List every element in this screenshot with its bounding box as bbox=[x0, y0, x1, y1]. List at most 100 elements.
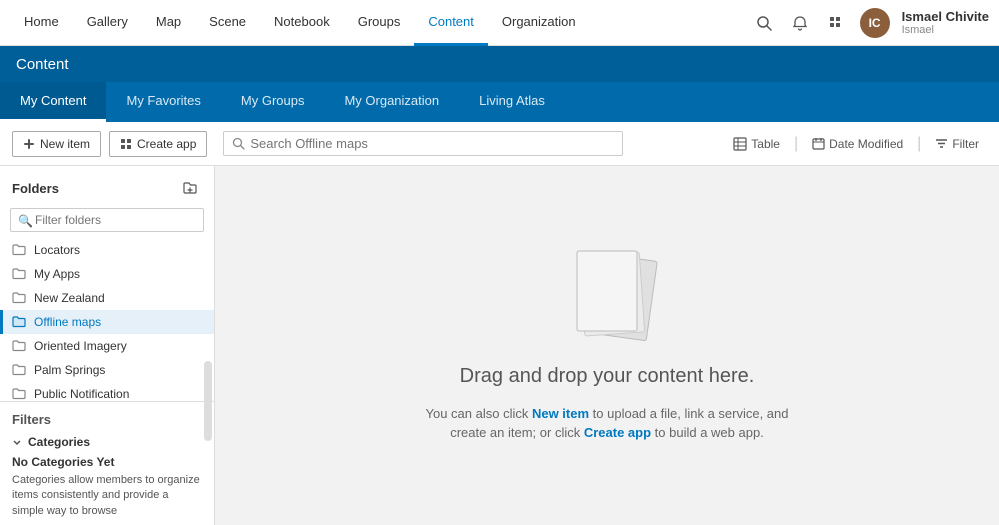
folder-item[interactable]: Palm Springs bbox=[0, 358, 214, 382]
empty-state-icon bbox=[557, 249, 657, 349]
folder-item[interactable]: My Apps bbox=[0, 262, 214, 286]
user-info[interactable]: Ismael Chivite Ismael bbox=[902, 9, 989, 36]
date-modified-label: Date Modified bbox=[829, 137, 903, 151]
new-item-button[interactable]: New item bbox=[12, 131, 101, 157]
empty-state-title: Drag and drop your content here. bbox=[460, 365, 755, 388]
folder-icon bbox=[12, 267, 26, 281]
folder-item[interactable]: Oriented Imagery bbox=[0, 334, 214, 358]
new-item-label: New item bbox=[40, 137, 90, 151]
folder-icon bbox=[12, 387, 26, 401]
search-small-icon bbox=[232, 137, 245, 150]
nav-items: Home Gallery Map Scene Notebook Groups C… bbox=[10, 0, 752, 46]
top-navigation: Home Gallery Map Scene Notebook Groups C… bbox=[0, 0, 999, 46]
folder-name: New Zealand bbox=[34, 291, 105, 305]
folders-title: Folders bbox=[12, 181, 59, 196]
folder-name: Palm Springs bbox=[34, 363, 105, 377]
create-app-icon bbox=[120, 138, 132, 150]
grid-icon bbox=[828, 15, 844, 31]
nav-organization[interactable]: Organization bbox=[488, 0, 590, 46]
folder-icon bbox=[12, 291, 26, 305]
folder-icon bbox=[12, 339, 26, 353]
folder-name: Oriented Imagery bbox=[34, 339, 127, 353]
documents-icon bbox=[557, 249, 677, 359]
nav-map[interactable]: Map bbox=[142, 0, 195, 46]
table-icon bbox=[733, 137, 747, 151]
filter-search-icon: 🔍 bbox=[18, 214, 33, 228]
filter-button[interactable]: Filter bbox=[927, 133, 987, 155]
search-icon bbox=[756, 15, 772, 31]
avatar[interactable]: IC bbox=[860, 8, 890, 38]
user-name: Ismael Chivite bbox=[902, 9, 989, 24]
tab-my-favorites[interactable]: My Favorites bbox=[106, 82, 220, 122]
user-sub: Ismael bbox=[902, 24, 989, 36]
content-toolbar: New item Create app Table | bbox=[0, 122, 999, 166]
tab-living-atlas[interactable]: Living Atlas bbox=[459, 82, 565, 122]
plus-icon bbox=[23, 138, 35, 150]
nav-scene[interactable]: Scene bbox=[195, 0, 260, 46]
bell-icon bbox=[792, 15, 808, 31]
categories-description: Categories allow members to organize ite… bbox=[12, 473, 202, 519]
empty-desc-part1: You can also click bbox=[425, 406, 531, 421]
content-header: Content bbox=[0, 46, 999, 82]
filters-section: Filters Categories No Categories Yet Cat… bbox=[0, 401, 214, 525]
folder-item[interactable]: Public Notification bbox=[0, 382, 214, 401]
chevron-down-icon bbox=[12, 437, 22, 447]
empty-state: Drag and drop your content here. You can… bbox=[407, 249, 807, 443]
tab-my-groups[interactable]: My Groups bbox=[221, 82, 325, 122]
tab-my-organization[interactable]: My Organization bbox=[324, 82, 459, 122]
table-label: Table bbox=[751, 137, 780, 151]
folders-section-header: Folders bbox=[0, 166, 214, 204]
search-icon-button[interactable] bbox=[752, 11, 776, 35]
nav-home[interactable]: Home bbox=[10, 0, 73, 46]
filter-label: Filter bbox=[952, 137, 979, 151]
folder-icon bbox=[12, 363, 26, 377]
folder-item[interactable]: Offline maps bbox=[0, 310, 214, 334]
content-header-area: Content My Content My Favorites My Group… bbox=[0, 46, 999, 122]
nav-content[interactable]: Content bbox=[414, 0, 488, 46]
tab-my-content[interactable]: My Content bbox=[0, 82, 106, 122]
apps-grid-button[interactable] bbox=[824, 11, 848, 35]
folder-name: Public Notification bbox=[34, 387, 129, 401]
folder-list: Locators My Apps New Zealand Offline map… bbox=[0, 238, 214, 401]
nav-notebook[interactable]: Notebook bbox=[260, 0, 344, 46]
separator-2: | bbox=[917, 135, 921, 153]
folder-name: Offline maps bbox=[34, 315, 101, 329]
add-folder-button[interactable] bbox=[178, 176, 202, 200]
sub-navigation: My Content My Favorites My Groups My Org… bbox=[0, 82, 999, 122]
bell-icon-button[interactable] bbox=[788, 11, 812, 35]
avatar-initials: IC bbox=[869, 16, 881, 30]
filters-title: Filters bbox=[12, 412, 202, 427]
create-app-link[interactable]: Create app bbox=[584, 425, 651, 440]
folder-name: My Apps bbox=[34, 267, 80, 281]
main-layout: Folders 🔍 Locators My Apps bbox=[0, 166, 999, 525]
no-categories-text: No Categories Yet bbox=[12, 455, 202, 469]
nav-groups[interactable]: Groups bbox=[344, 0, 415, 46]
empty-desc-part3: to build a web app. bbox=[651, 425, 764, 440]
folder-add-icon bbox=[182, 180, 198, 196]
page-title: Content bbox=[16, 56, 69, 73]
toolbar-right: Table | Date Modified | Filter bbox=[725, 133, 987, 155]
categories-title: Categories bbox=[28, 435, 90, 449]
empty-state-description: You can also click New item to upload a … bbox=[407, 404, 807, 443]
folder-item[interactable]: New Zealand bbox=[0, 286, 214, 310]
main-content-area: Drag and drop your content here. You can… bbox=[215, 166, 999, 525]
date-modified-button[interactable]: Date Modified bbox=[804, 133, 911, 155]
filter-icon bbox=[935, 137, 948, 150]
create-app-label: Create app bbox=[137, 137, 196, 151]
sidebar: Folders 🔍 Locators My Apps bbox=[0, 166, 215, 525]
separator-1: | bbox=[794, 135, 798, 153]
folder-icon bbox=[12, 243, 26, 257]
scrollbar[interactable] bbox=[204, 361, 212, 441]
create-app-button[interactable]: Create app bbox=[109, 131, 207, 157]
nav-gallery[interactable]: Gallery bbox=[73, 0, 142, 46]
categories-filter[interactable]: Categories bbox=[12, 433, 202, 451]
new-item-link[interactable]: New item bbox=[532, 406, 589, 421]
folder-filter-input[interactable] bbox=[10, 208, 204, 232]
folder-item[interactable]: Locators bbox=[0, 238, 214, 262]
nav-right: IC Ismael Chivite Ismael bbox=[752, 8, 989, 38]
search-input[interactable] bbox=[250, 136, 614, 151]
search-container bbox=[223, 131, 623, 156]
calendar-icon bbox=[812, 137, 825, 150]
table-view-button[interactable]: Table bbox=[725, 133, 788, 155]
folder-icon bbox=[12, 315, 26, 329]
